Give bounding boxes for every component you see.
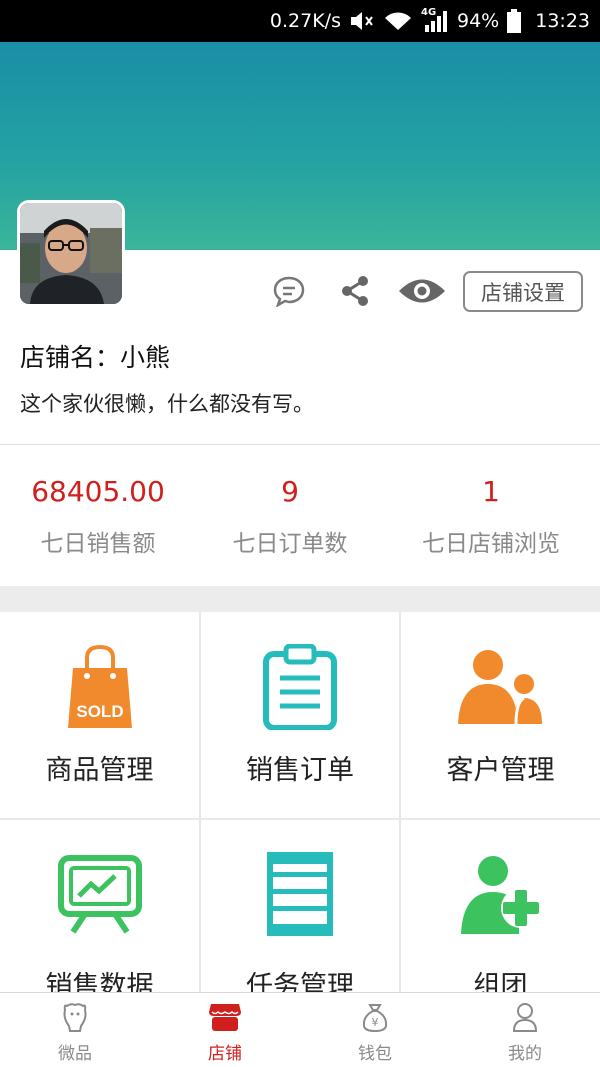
chart-board-icon xyxy=(0,854,199,934)
shop-settings-button[interactable]: 店铺设置 xyxy=(463,271,583,312)
status-bar: 0.27K/s 4G 94% 13:23 xyxy=(0,0,600,42)
eye-icon[interactable] xyxy=(397,276,447,306)
grid-item-group[interactable]: 组团 xyxy=(401,820,600,1002)
grid-item-customers[interactable]: 客户管理 xyxy=(401,612,600,818)
stat-sales[interactable]: 68405.00 七日销售额 xyxy=(0,470,196,558)
stat-views[interactable]: 1 七日店铺浏览 xyxy=(393,470,589,558)
stat-value: 9 xyxy=(281,475,299,508)
tab-weipin[interactable]: 微品 xyxy=(0,993,150,1067)
tab-label: 店铺 xyxy=(208,1044,242,1064)
network-speed: 0.27K/s xyxy=(269,10,341,32)
customers-icon xyxy=(401,648,600,724)
grid-item-orders[interactable]: 销售订单 xyxy=(201,612,399,818)
task-list-icon xyxy=(201,852,399,936)
network-type: 4G xyxy=(421,7,437,18)
grid-item-label: 客户管理 xyxy=(446,755,555,786)
stat-label: 七日销售额 xyxy=(40,531,156,557)
add-user-icon xyxy=(401,854,600,934)
signal-icon: 4G xyxy=(421,7,449,33)
money-bag-icon: ¥ xyxy=(361,1001,389,1033)
sold-badge: SOLD xyxy=(76,702,123,721)
stats-row: 68405.00 七日销售额 9 七日订单数 1 七日店铺浏览 xyxy=(0,470,600,570)
grid-item-label: 商品管理 xyxy=(45,755,154,786)
shop-icon xyxy=(208,1001,242,1033)
battery-icon xyxy=(507,9,522,33)
bear-icon xyxy=(61,1001,89,1033)
section-gap xyxy=(0,586,600,612)
grid-item-tasks[interactable]: 任务管理 xyxy=(201,820,399,1002)
divider xyxy=(0,444,600,445)
message-icon[interactable] xyxy=(272,275,306,307)
battery-level: 94% xyxy=(457,10,500,32)
grid-item-sales-data[interactable]: 销售数据 xyxy=(0,820,199,1002)
stat-value: 68405.00 xyxy=(31,475,165,508)
clipboard-icon xyxy=(201,644,399,730)
shop-name: 店铺名：小熊 xyxy=(20,343,171,372)
grid-item-products[interactable]: SOLD 商品管理 xyxy=(0,612,199,818)
tab-shop[interactable]: 店铺 xyxy=(150,993,300,1067)
mute-icon xyxy=(349,10,375,32)
stat-label: 七日订单数 xyxy=(232,531,348,557)
stat-value: 1 xyxy=(482,475,500,508)
bottom-tab-bar: 微品 店铺 ¥ 钱包 我的 xyxy=(0,992,600,1067)
shop-description: 这个家伙很懒，什么都没有写。 xyxy=(20,392,314,416)
grid-item-label: 销售订单 xyxy=(246,755,354,786)
tab-wallet[interactable]: ¥ 钱包 xyxy=(300,993,450,1067)
tab-label: 钱包 xyxy=(358,1044,392,1064)
share-icon[interactable] xyxy=(340,275,370,307)
tab-label: 我的 xyxy=(508,1044,542,1064)
stat-label: 七日店铺浏览 xyxy=(422,531,560,557)
tab-mine[interactable]: 我的 xyxy=(450,993,600,1067)
svg-text:¥: ¥ xyxy=(372,1016,379,1029)
sold-bag-icon: SOLD xyxy=(0,644,199,730)
tab-label: 微品 xyxy=(58,1044,92,1064)
wifi-icon xyxy=(383,10,413,32)
person-icon xyxy=(512,1001,538,1033)
stat-orders[interactable]: 9 七日订单数 xyxy=(192,470,388,558)
feature-grid: SOLD 商品管理 销售订单 客户管理 销售数据 任务管理 组团 xyxy=(0,612,600,1002)
clock: 13:23 xyxy=(535,10,590,32)
